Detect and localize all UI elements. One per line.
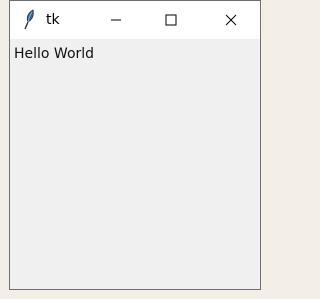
minimize-button[interactable]	[93, 1, 139, 39]
feather-icon	[21, 9, 39, 31]
close-button[interactable]	[208, 1, 254, 39]
close-icon	[225, 11, 237, 30]
title-bar[interactable]: tk	[10, 1, 260, 39]
minimize-icon	[110, 11, 122, 30]
maximize-icon	[165, 11, 177, 30]
maximize-button[interactable]	[148, 1, 194, 39]
tk-window: tk Hello World	[9, 0, 261, 290]
window-content: Hello World	[10, 39, 260, 289]
hello-label: Hello World	[14, 46, 95, 62]
window-title: tk	[46, 12, 60, 28]
